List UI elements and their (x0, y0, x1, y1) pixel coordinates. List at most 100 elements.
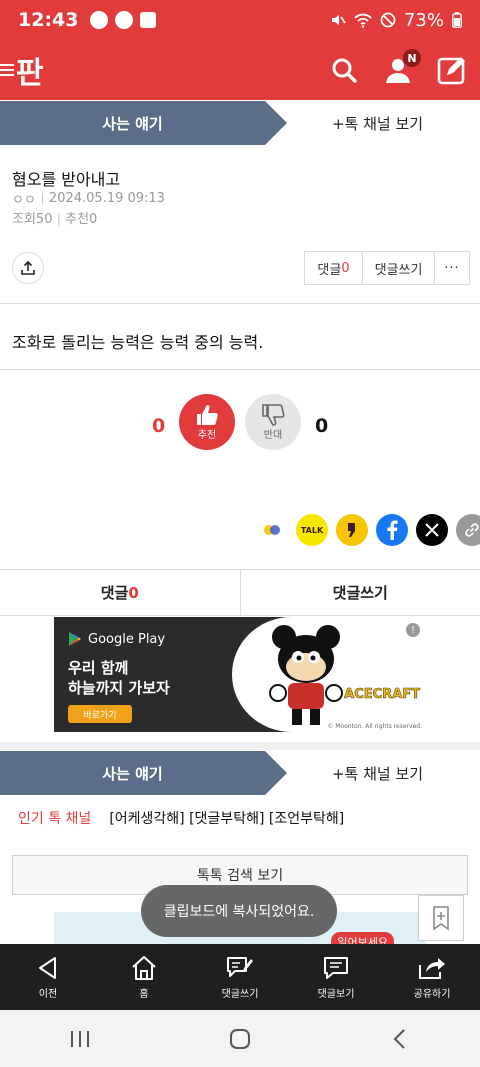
share-button-facebook[interactable] (376, 514, 408, 546)
toolbar-view-comments-label: 댓글보기 (317, 988, 355, 1000)
home-circle-icon (230, 1028, 250, 1049)
ad-headline-2: 하늘까지 가보자 (68, 679, 170, 697)
search-button[interactable] (328, 54, 360, 86)
chevron-left-icon (393, 1028, 405, 1049)
comment-tabs: 댓글 0 댓글쓰기 (0, 569, 480, 616)
bookmark-button[interactable] (418, 895, 464, 941)
status-time: 12:43 (18, 9, 79, 31)
back-system-button[interactable] (380, 1024, 420, 1054)
home-system-button[interactable] (220, 1024, 260, 1054)
bottom-toolbar: 이전 홈 댓글쓰기 댓글보기 공유하기 (0, 944, 480, 1010)
ad-copyright: © Moonton. All rights reserved. (327, 723, 422, 730)
app-header: 판 N (0, 40, 480, 100)
oppose-count: 0 (315, 415, 329, 437)
comment-label: 댓글 (317, 262, 342, 278)
current-channel-tab[interactable]: 사는 얘기 (0, 101, 287, 145)
talk-channel-link-bottom[interactable]: +톡 채널 보기 (265, 751, 480, 795)
toolbar-share-label: 공유하기 (413, 988, 451, 1000)
system-nav-bar (0, 1010, 480, 1067)
post-views: 조회50 (12, 212, 53, 227)
share-button-kakaostory[interactable] (256, 514, 288, 546)
share-button-kakao-page[interactable] (336, 514, 368, 546)
tab-write-comment[interactable]: 댓글쓰기 (241, 570, 480, 615)
ad-character-illustration (269, 625, 343, 725)
oppose-button[interactable]: 반대 (245, 394, 301, 450)
channel-bar-bottom: 사는 얘기 +톡 채널 보기 (0, 751, 480, 795)
peek-tag: 일어보세요 (331, 932, 394, 944)
toolbar-view-comments-button[interactable]: 댓글보기 (288, 944, 384, 1010)
divider (0, 369, 480, 370)
recent-apps-icon (71, 1030, 89, 1047)
toolbar-share-button[interactable]: 공유하기 (384, 944, 480, 1010)
kakao-page-icon (348, 523, 355, 537)
kakaotalk-icon: TALK (300, 525, 324, 535)
account-notification-icon (115, 11, 134, 29)
social-share-row: TALK (256, 514, 480, 546)
channel-bar: 사는 얘기 +톡 채널 보기 (0, 101, 480, 145)
post-body: 조화로 돌리는 능력은 능력 중의 능력. (12, 333, 264, 352)
comments-icon (324, 956, 348, 979)
wifi-icon (354, 13, 372, 28)
toast-message: 클립보드에 복사되었어요. (141, 885, 337, 937)
recent-apps-button[interactable] (60, 1024, 100, 1054)
ad-info-icon[interactable]: ! (406, 623, 420, 637)
status-bar: 12:43 73% (0, 0, 480, 40)
toolbar-write-comment-button[interactable]: 댓글쓰기 (192, 944, 288, 1010)
recommend-count: 0 (152, 415, 166, 437)
share-button[interactable] (12, 252, 44, 284)
ad-banner[interactable]: Google Play 우리 함께 하늘까지 가보자 바로가기 ! ACECRA… (54, 617, 426, 732)
divider (0, 303, 480, 304)
oppose-label: 반대 (263, 429, 283, 441)
write-comment-icon (227, 956, 253, 977)
toolbar-write-comment-label: 댓글쓰기 (221, 988, 259, 1000)
ad-headline-1: 우리 함께 (68, 659, 129, 677)
comment-count-button[interactable]: 댓글 0 (305, 252, 363, 284)
app-logo: 판 (16, 56, 44, 91)
notification-badge: N (402, 48, 422, 68)
meta-separator (41, 193, 43, 204)
ad-art-panel (232, 617, 426, 732)
talk-channel-link[interactable]: +톡 채널 보기 (265, 101, 480, 145)
popular-channels-list[interactable]: [어케생각해] [댓글부탁해] [조언부탁해] (109, 808, 344, 828)
post-meta: ㅇㅇ 2024.05.19 09:13 (12, 189, 165, 208)
tab-comments-label: 댓글 (100, 584, 129, 602)
ad-brand: ACECRAFT (344, 687, 420, 703)
upload-share-icon (21, 260, 35, 275)
notification-icons (90, 11, 157, 29)
toolbar-back-button[interactable]: 이전 (0, 944, 96, 1010)
write-post-button[interactable] (436, 54, 468, 86)
google-play-badge: Google Play (68, 631, 165, 647)
mute-icon (331, 15, 346, 25)
hamburger-icon (0, 64, 14, 76)
menu-logo-button[interactable]: 판 (0, 40, 44, 100)
toolbar-home-label: 홈 (139, 988, 149, 1000)
write-comment-button[interactable]: 댓글쓰기 (363, 252, 435, 284)
recommend-button[interactable]: 추천 (179, 394, 235, 450)
bookmark-add-icon (433, 906, 449, 931)
post-title: 혐오를 받아내고 (12, 170, 121, 189)
profile-button[interactable]: N (382, 48, 422, 86)
google-play-icon (69, 632, 81, 646)
more-options-button[interactable]: ··· (435, 252, 469, 284)
search-icon (332, 58, 357, 83)
share-button-kakaotalk[interactable]: TALK (296, 514, 328, 546)
post-recommends: 추천0 (65, 212, 98, 227)
copy-link-button[interactable] (456, 514, 480, 546)
popular-channels-label: 인기 톡 채널 (18, 811, 92, 827)
share-arrow-icon (419, 957, 445, 979)
dnd-icon (380, 12, 396, 28)
talk-notification-icon (90, 11, 109, 29)
comment-count: 0 (341, 260, 350, 276)
recommend-label: 추천 (197, 429, 217, 441)
battery-icon (452, 12, 462, 28)
ad-cta-button[interactable]: 바로가기 (68, 705, 132, 723)
share-button-x[interactable] (416, 514, 448, 546)
toolbar-back-label: 이전 (38, 988, 58, 1000)
thumbs-down-icon (262, 403, 285, 426)
link-icon (465, 523, 479, 537)
current-channel-tab-bottom[interactable]: 사는 얘기 (0, 751, 287, 795)
tab-comments-count: 0 (128, 583, 139, 602)
toolbar-home-button[interactable]: 홈 (96, 944, 192, 1010)
back-triangle-icon (39, 956, 56, 979)
tab-comments[interactable]: 댓글 0 (0, 570, 241, 615)
